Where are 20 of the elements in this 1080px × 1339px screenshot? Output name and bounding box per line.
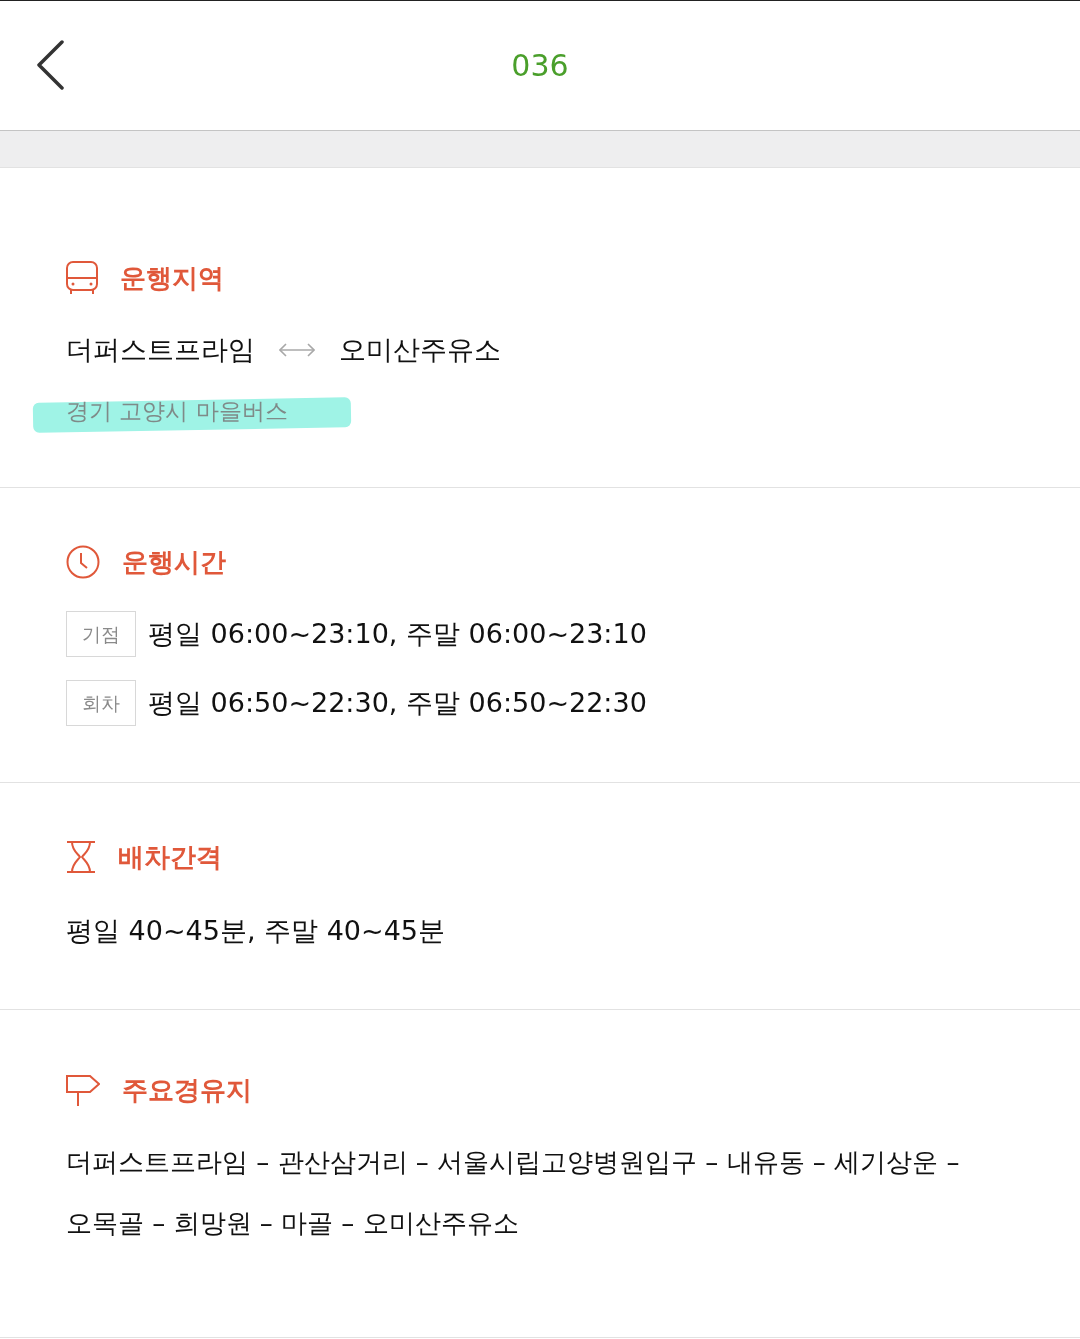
region-subtitle: 경기 고양시 마을버스	[66, 398, 288, 424]
time-range-text: 평일 06:50~22:30, 주말 06:50~22:30	[148, 686, 647, 720]
back-chevron-icon	[36, 40, 64, 90]
end-stop: 오미산주유소	[339, 333, 501, 367]
bus-icon	[66, 261, 98, 295]
clock-icon	[66, 545, 100, 579]
time-badge: 기점	[66, 611, 136, 657]
signpost-icon	[66, 1073, 100, 1107]
double-arrow-icon	[279, 343, 315, 357]
section-title: 운행지역	[120, 262, 224, 295]
time-badge: 회차	[66, 680, 136, 726]
route-stops-text: 더퍼스트프라임 – 관산삼거리 – 서울시립고양병원입구 – 내유동 – 세기상운 – 오목골 – 희망원 – 마골 – 오미산주유소	[66, 1146, 961, 1240]
route-number-title: 036	[511, 47, 569, 85]
hourglass-icon	[66, 841, 96, 873]
section-title: 운행시간	[122, 546, 226, 579]
section-title: 주요경유지	[122, 1074, 252, 1107]
section-title: 배차간격	[118, 841, 222, 874]
interval-text: 평일 40~45분, 주말 40~45분	[66, 914, 445, 948]
start-stop: 더퍼스트프라임	[66, 333, 255, 367]
time-range-text: 평일 06:00~23:10, 주말 06:00~23:10	[148, 617, 647, 651]
